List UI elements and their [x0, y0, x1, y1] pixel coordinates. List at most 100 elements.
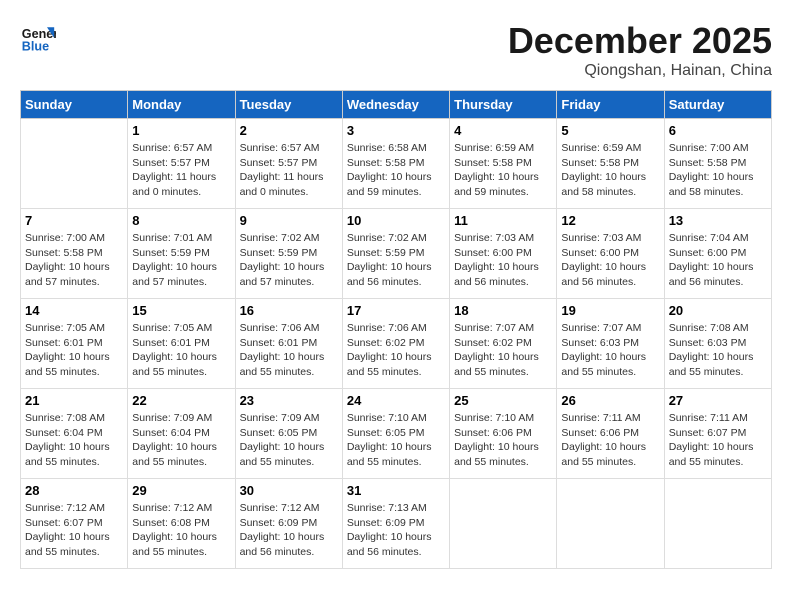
calendar-cell	[21, 119, 128, 209]
day-info: Sunrise: 7:06 AMSunset: 6:02 PMDaylight:…	[347, 321, 445, 380]
day-info: Sunrise: 7:04 AMSunset: 6:00 PMDaylight:…	[669, 231, 767, 290]
week-row-2: 7 Sunrise: 7:00 AMSunset: 5:58 PMDaylight…	[21, 209, 772, 299]
day-number: 12	[561, 213, 659, 228]
day-info: Sunrise: 7:05 AMSunset: 6:01 PMDaylight:…	[132, 321, 230, 380]
day-info: Sunrise: 7:09 AMSunset: 6:04 PMDaylight:…	[132, 411, 230, 470]
calendar-cell: 11 Sunrise: 7:03 AMSunset: 6:00 PMDayligh…	[450, 209, 557, 299]
day-info: Sunrise: 7:02 AMSunset: 5:59 PMDaylight:…	[347, 231, 445, 290]
week-row-1: 1 Sunrise: 6:57 AMSunset: 5:57 PMDaylight…	[21, 119, 772, 209]
day-info: Sunrise: 7:10 AMSunset: 6:06 PMDaylight:…	[454, 411, 552, 470]
column-header-sunday: Sunday	[21, 91, 128, 119]
calendar-cell: 6 Sunrise: 7:00 AMSunset: 5:58 PMDaylight…	[664, 119, 771, 209]
day-info: Sunrise: 7:08 AMSunset: 6:03 PMDaylight:…	[669, 321, 767, 380]
day-number: 27	[669, 393, 767, 408]
calendar-cell: 10 Sunrise: 7:02 AMSunset: 5:59 PMDayligh…	[342, 209, 449, 299]
day-number: 3	[347, 123, 445, 138]
day-number: 30	[240, 483, 338, 498]
day-number: 1	[132, 123, 230, 138]
day-number: 21	[25, 393, 123, 408]
calendar-cell: 2 Sunrise: 6:57 AMSunset: 5:57 PMDaylight…	[235, 119, 342, 209]
day-info: Sunrise: 7:00 AMSunset: 5:58 PMDaylight:…	[25, 231, 123, 290]
calendar-cell: 7 Sunrise: 7:00 AMSunset: 5:58 PMDaylight…	[21, 209, 128, 299]
day-info: Sunrise: 7:10 AMSunset: 6:05 PMDaylight:…	[347, 411, 445, 470]
column-header-wednesday: Wednesday	[342, 91, 449, 119]
calendar-cell: 27 Sunrise: 7:11 AMSunset: 6:07 PMDayligh…	[664, 389, 771, 479]
day-info: Sunrise: 6:59 AMSunset: 5:58 PMDaylight:…	[561, 141, 659, 200]
calendar-cell: 13 Sunrise: 7:04 AMSunset: 6:00 PMDayligh…	[664, 209, 771, 299]
column-header-thursday: Thursday	[450, 91, 557, 119]
day-info: Sunrise: 7:11 AMSunset: 6:07 PMDaylight:…	[669, 411, 767, 470]
title-block: December 2025 Qiongshan, Hainan, China	[508, 20, 772, 80]
day-number: 13	[669, 213, 767, 228]
day-info: Sunrise: 7:09 AMSunset: 6:05 PMDaylight:…	[240, 411, 338, 470]
day-number: 19	[561, 303, 659, 318]
day-number: 16	[240, 303, 338, 318]
day-number: 10	[347, 213, 445, 228]
calendar-cell: 24 Sunrise: 7:10 AMSunset: 6:05 PMDayligh…	[342, 389, 449, 479]
svg-text:Blue: Blue	[22, 40, 49, 54]
header-row: SundayMondayTuesdayWednesdayThursdayFrid…	[21, 91, 772, 119]
day-info: Sunrise: 6:57 AMSunset: 5:57 PMDaylight:…	[240, 141, 338, 200]
calendar-cell: 30 Sunrise: 7:12 AMSunset: 6:09 PMDayligh…	[235, 479, 342, 569]
day-number: 24	[347, 393, 445, 408]
calendar-cell: 31 Sunrise: 7:13 AMSunset: 6:09 PMDayligh…	[342, 479, 449, 569]
calendar-cell: 8Sunrise: 7:01 AMSunset: 5:59 PMDaylight…	[128, 209, 235, 299]
week-row-3: 14 Sunrise: 7:05 AMSunset: 6:01 PMDayligh…	[21, 299, 772, 389]
calendar-cell	[557, 479, 664, 569]
day-info: Sunrise: 7:11 AMSunset: 6:06 PMDaylight:…	[561, 411, 659, 470]
day-info: Sunrise: 7:06 AMSunset: 6:01 PMDaylight:…	[240, 321, 338, 380]
day-number: 6	[669, 123, 767, 138]
calendar-cell: 19 Sunrise: 7:07 AMSunset: 6:03 PMDayligh…	[557, 299, 664, 389]
calendar-table: SundayMondayTuesdayWednesdayThursdayFrid…	[20, 90, 772, 569]
calendar-cell	[450, 479, 557, 569]
day-info: Sunrise: 7:13 AMSunset: 6:09 PMDaylight:…	[347, 501, 445, 560]
day-info: Sunrise: 7:03 AMSunset: 6:00 PMDaylight:…	[454, 231, 552, 290]
calendar-cell: 21 Sunrise: 7:08 AMSunset: 6:04 PMDayligh…	[21, 389, 128, 479]
day-number: 7	[25, 213, 123, 228]
calendar-cell: 18 Sunrise: 7:07 AMSunset: 6:02 PMDayligh…	[450, 299, 557, 389]
calendar-cell: 4Sunrise: 6:59 AMSunset: 5:58 PMDaylight…	[450, 119, 557, 209]
day-number: 31	[347, 483, 445, 498]
day-number: 15	[132, 303, 230, 318]
day-info: Sunrise: 7:07 AMSunset: 6:02 PMDaylight:…	[454, 321, 552, 380]
day-number: 18	[454, 303, 552, 318]
calendar-cell: 3 Sunrise: 6:58 AMSunset: 5:58 PMDaylight…	[342, 119, 449, 209]
day-number: 2	[240, 123, 338, 138]
calendar-cell: 20 Sunrise: 7:08 AMSunset: 6:03 PMDayligh…	[664, 299, 771, 389]
day-number: 11	[454, 213, 552, 228]
calendar-cell: 25Sunrise: 7:10 AMSunset: 6:06 PMDayligh…	[450, 389, 557, 479]
day-info: Sunrise: 7:05 AMSunset: 6:01 PMDaylight:…	[25, 321, 123, 380]
day-number: 14	[25, 303, 123, 318]
day-info: Sunrise: 7:00 AMSunset: 5:58 PMDaylight:…	[669, 141, 767, 200]
calendar-cell: 28Sunrise: 7:12 AMSunset: 6:07 PMDayligh…	[21, 479, 128, 569]
day-info: Sunrise: 6:58 AMSunset: 5:58 PMDaylight:…	[347, 141, 445, 200]
day-info: Sunrise: 7:08 AMSunset: 6:04 PMDaylight:…	[25, 411, 123, 470]
calendar-cell: 9Sunrise: 7:02 AMSunset: 5:59 PMDaylight…	[235, 209, 342, 299]
day-info: Sunrise: 6:59 AMSunset: 5:58 PMDaylight:…	[454, 141, 552, 200]
day-info: Sunrise: 7:07 AMSunset: 6:03 PMDaylight:…	[561, 321, 659, 380]
day-number: 5	[561, 123, 659, 138]
calendar-cell	[664, 479, 771, 569]
column-header-tuesday: Tuesday	[235, 91, 342, 119]
day-number: 22	[132, 393, 230, 408]
calendar-cell: 5 Sunrise: 6:59 AMSunset: 5:58 PMDaylight…	[557, 119, 664, 209]
column-header-friday: Friday	[557, 91, 664, 119]
week-row-4: 21 Sunrise: 7:08 AMSunset: 6:04 PMDayligh…	[21, 389, 772, 479]
day-number: 29	[132, 483, 230, 498]
calendar-cell: 14 Sunrise: 7:05 AMSunset: 6:01 PMDayligh…	[21, 299, 128, 389]
day-number: 23	[240, 393, 338, 408]
column-header-saturday: Saturday	[664, 91, 771, 119]
header: General Blue December 2025 Qiongshan, Ha…	[20, 20, 772, 80]
location-subtitle: Qiongshan, Hainan, China	[508, 62, 772, 80]
day-number: 9	[240, 213, 338, 228]
day-info: Sunrise: 7:12 AMSunset: 6:07 PMDaylight:…	[25, 501, 123, 560]
day-info: Sunrise: 7:03 AMSunset: 6:00 PMDaylight:…	[561, 231, 659, 290]
day-number: 20	[669, 303, 767, 318]
day-number: 26	[561, 393, 659, 408]
month-title: December 2025	[508, 20, 772, 62]
day-number: 8	[132, 213, 230, 228]
day-info: Sunrise: 7:12 AMSunset: 6:09 PMDaylight:…	[240, 501, 338, 560]
week-row-5: 28Sunrise: 7:12 AMSunset: 6:07 PMDayligh…	[21, 479, 772, 569]
day-info: Sunrise: 7:12 AMSunset: 6:08 PMDaylight:…	[132, 501, 230, 560]
calendar-cell: 29 Sunrise: 7:12 AMSunset: 6:08 PMDayligh…	[128, 479, 235, 569]
